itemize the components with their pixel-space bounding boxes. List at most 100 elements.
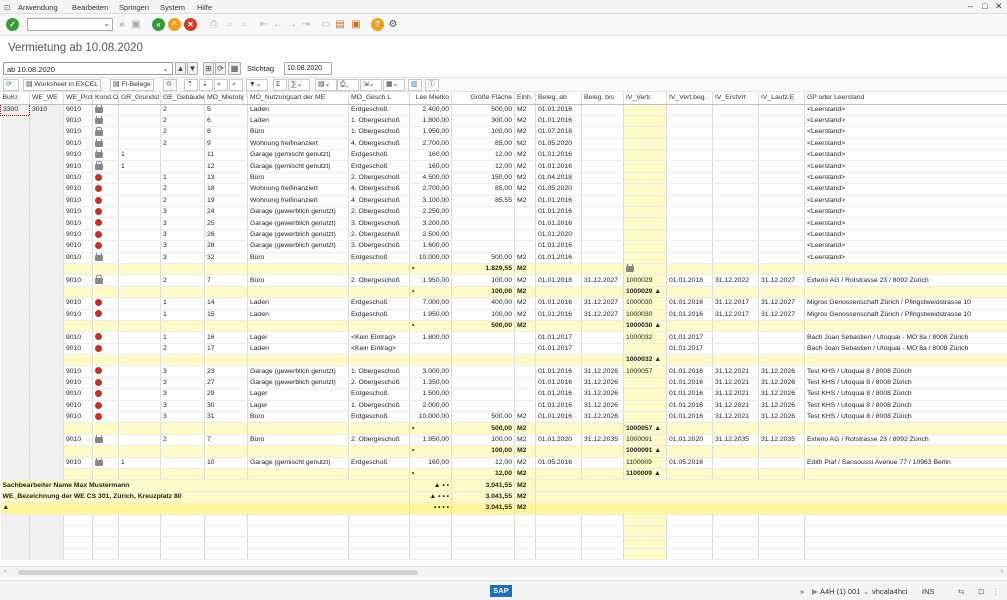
table-cell[interactable] [514, 354, 536, 367]
table-cell[interactable] [0, 309, 30, 321]
table-cell[interactable] [666, 445, 713, 458]
table-cell[interactable] [204, 286, 248, 299]
settings-icon[interactable]: ⚙ [387, 18, 399, 31]
table-cell[interactable]: 01.05.2016 [666, 457, 713, 470]
table-cell[interactable] [451, 343, 515, 356]
table-cell[interactable] [623, 115, 667, 128]
table-cell[interactable] [29, 445, 64, 458]
stichtag-input[interactable]: 10.08.2020 [284, 62, 332, 75]
table-cell[interactable] [160, 457, 205, 470]
table-cell[interactable] [758, 160, 805, 173]
table-cell[interactable]: M2 [514, 160, 536, 173]
table-cell[interactable] [666, 320, 713, 333]
table-row[interactable]: 9010 3 29 Lager Erdgeschoß 1.500,00 01.01.2016… [0, 388, 1007, 401]
table-cell[interactable] [118, 217, 161, 230]
status-more-icon[interactable]: ⋮ [992, 587, 1000, 596]
table-cell[interactable]: Laden [247, 309, 349, 321]
table-cell[interactable]: 9010 [63, 274, 93, 287]
find-next-icon[interactable]: ⌕ [229, 79, 243, 91]
table-cell[interactable] [348, 320, 410, 333]
table-cell[interactable]: 2. Obergeschoß [348, 434, 410, 447]
table-cell[interactable] [118, 286, 161, 299]
table-row[interactable]: 9010 1 16 Lager <Kein Eintrag> 1.800,00 01.01.… [0, 331, 1007, 344]
table-cell[interactable]: 01.01.2016 [666, 365, 713, 378]
table-cell[interactable] [804, 263, 1007, 276]
table-cell[interactable] [247, 286, 349, 299]
table-cell[interactable]: 1 [160, 172, 205, 185]
column-header[interactable]: IV_Vertr. [623, 92, 667, 105]
table-cell[interactable]: 10.000,00 [409, 411, 452, 424]
table-cell[interactable]: 01.01.2016 [535, 377, 582, 390]
table-cell[interactable] [160, 286, 205, 299]
help-icon[interactable]: ? [371, 18, 384, 31]
table-cell[interactable]: Büro [247, 434, 349, 447]
table-cell[interactable] [623, 172, 667, 185]
table-cell[interactable] [118, 377, 161, 390]
table-cell[interactable]: M2 [514, 274, 536, 287]
table-cell[interactable] [92, 320, 119, 333]
table-cell[interactable]: M2 [514, 172, 536, 185]
table-cell[interactable]: 31.12.2026 [758, 377, 805, 390]
table-cell[interactable]: 4. Obergeschoß [348, 138, 410, 151]
table-cell[interactable]: 26 [204, 229, 248, 242]
table-cell[interactable]: 1.500,00 [409, 388, 452, 401]
table-cell[interactable] [712, 149, 759, 162]
table-cell[interactable]: Erdgeschoß [348, 388, 410, 401]
table-cell[interactable] [92, 388, 119, 401]
table-cell[interactable] [29, 240, 64, 253]
table-cell[interactable]: • [409, 263, 452, 276]
table-cell[interactable]: 12,00 [451, 468, 515, 481]
table-cell[interactable] [514, 331, 536, 344]
table-cell[interactable] [118, 343, 161, 356]
table-cell[interactable]: 3 [160, 206, 205, 219]
table-cell[interactable] [514, 388, 536, 401]
column-header[interactable]: GR_Grundst [118, 92, 161, 105]
maximize-icon[interactable]: □ [982, 1, 987, 11]
table-cell[interactable] [804, 445, 1007, 458]
table-cell[interactable] [118, 229, 161, 242]
table-cell[interactable] [118, 354, 161, 367]
grid-icon[interactable]: ⊞ [203, 62, 214, 75]
table-cell[interactable]: 9010 [63, 172, 93, 185]
table-cell[interactable]: 10 [204, 457, 248, 470]
table-cell[interactable] [348, 445, 410, 458]
subtotal-row[interactable]: • 500,00 M2 1000030 ▲ [0, 320, 1007, 333]
table-cell[interactable] [29, 343, 64, 356]
table-cell[interactable]: 01.01.2016 [666, 400, 713, 413]
fi-belege-button[interactable]: ▤ FI-Belege [110, 79, 154, 91]
table-cell[interactable]: 01.01.2016 [535, 104, 582, 116]
table-cell[interactable]: Test KHS / Utoquai 8 / 8008 Zürich [804, 400, 1007, 413]
table-cell[interactable]: 9010 [63, 104, 93, 116]
table-cell[interactable] [581, 252, 624, 264]
table-cell[interactable] [63, 445, 93, 458]
table-cell[interactable]: Wohnung freifinanziert [247, 195, 349, 208]
table-row[interactable]: 9010 3 26 Garage (gewerblich genutzt) 2. Obe… [0, 229, 1007, 242]
worksheet-excel-button[interactable]: ▤ Worksheet in EXCEL [23, 79, 102, 91]
table-cell[interactable]: 3. Obergeschoß [348, 240, 410, 253]
table-cell[interactable]: 400,00 [451, 297, 515, 310]
table-cell[interactable]: 4.500,00 [409, 172, 452, 185]
table-cell[interactable] [92, 149, 119, 162]
table-cell[interactable] [666, 115, 713, 128]
table-cell[interactable]: 30 [204, 400, 248, 413]
table-cell[interactable]: 01.01.2016 [535, 388, 582, 401]
table-cell[interactable]: 25 [204, 217, 248, 230]
table-cell[interactable]: 1.829,55 [451, 263, 515, 276]
table-cell[interactable] [758, 252, 805, 264]
table-cell[interactable]: 31.12.2026 [581, 377, 624, 390]
table-cell[interactable]: Test KHS / Utoquai 8 / 8008 Zürich [804, 388, 1007, 401]
table-cell[interactable]: 3 [160, 377, 205, 390]
table-cell[interactable] [758, 354, 805, 367]
table-cell[interactable] [623, 126, 667, 139]
total-row[interactable]: WE_Bezeichnung der WE CS 301, Zürich, Kr… [0, 491, 1007, 504]
save-icon[interactable]: ▣ [130, 18, 142, 31]
table-cell[interactable] [118, 263, 161, 276]
table-cell[interactable] [29, 195, 64, 208]
last-page-icon[interactable]: ⇥ [300, 18, 312, 31]
table-cell[interactable]: M2 [514, 297, 536, 310]
column-header[interactable]: MO_Gesch.L [348, 92, 410, 105]
table-cell[interactable] [535, 422, 582, 435]
table-cell[interactable]: 29 [204, 388, 248, 401]
table-cell[interactable]: 31.12.2026 [758, 365, 805, 378]
table-cell[interactable]: 9010 [63, 138, 93, 151]
